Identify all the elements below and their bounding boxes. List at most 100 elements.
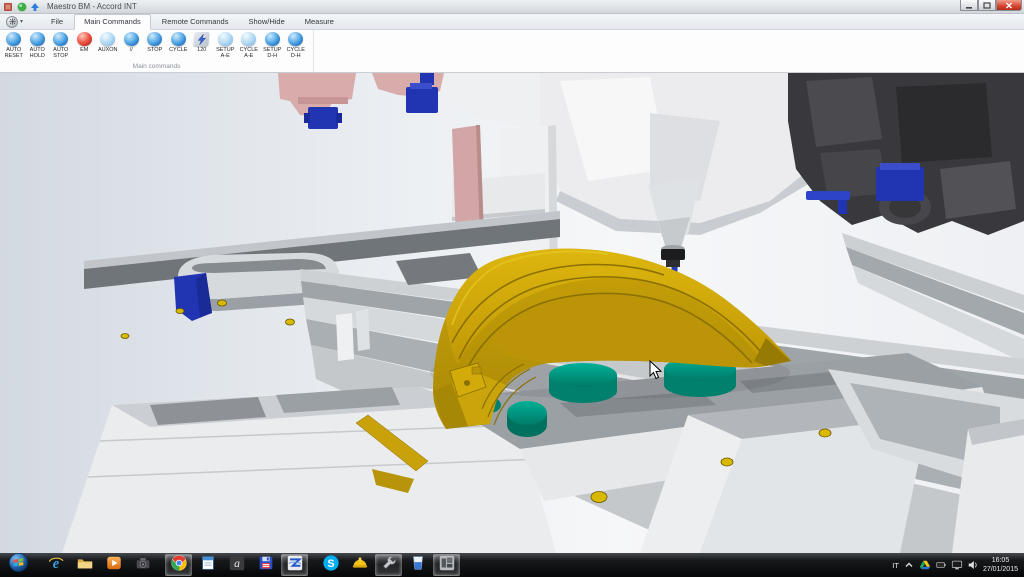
sphere-blue-icon (6, 32, 21, 46)
chrome-icon (170, 554, 188, 577)
system-tray: IT 16:05 27/01/2015 (892, 556, 1021, 574)
volume-icon[interactable] (967, 559, 979, 571)
internet-explorer[interactable]: e (42, 554, 69, 576)
capture-tool-icon (134, 554, 152, 577)
cmd-label: 120 (197, 47, 206, 53)
display-icon[interactable] (951, 559, 963, 571)
machine-simulator[interactable] (433, 554, 460, 576)
windows-explorer[interactable] (71, 554, 98, 576)
maximize-button[interactable] (978, 0, 996, 11)
sphere-blue-icon (265, 32, 280, 46)
cmd-label: AUTO HOLD (30, 47, 45, 60)
gear-icon (6, 16, 18, 28)
cmd-setup-a-e-button[interactable]: SETUP A-E (214, 32, 238, 60)
sphere-blue-icon (288, 32, 303, 46)
chevron-down-icon: ▾ (20, 18, 23, 25)
sphere-blue-icon (124, 32, 139, 46)
tab-main-commands[interactable]: Main Commands (74, 14, 151, 30)
cmd-em-button[interactable]: EM (73, 32, 97, 53)
cmd-label: SETUP A-E (216, 47, 234, 60)
group-caption: Main commands (0, 63, 313, 72)
sphere-blue-icon (30, 32, 45, 46)
title-bar[interactable]: Maestro BM - Accord INT (0, 0, 1024, 14)
viewport-3d[interactable] (0, 73, 1024, 553)
caption-buttons (960, 0, 1022, 11)
sphere-blue-icon (147, 32, 162, 46)
tab-show-hide[interactable]: Show/Hide (239, 15, 293, 29)
windows-explorer-icon (76, 554, 94, 577)
cmd-label: CYCLE (169, 47, 187, 53)
media-player[interactable] (100, 554, 127, 576)
cmd-label: STOP (147, 47, 162, 53)
notes-app[interactable] (194, 554, 221, 576)
notes-app-icon (199, 554, 217, 577)
service-tool[interactable] (375, 554, 402, 576)
cmd-label: AUXON (98, 47, 118, 53)
tab-measure[interactable]: Measure (296, 15, 343, 29)
status-green-icon (17, 2, 27, 12)
sphere-blue-icon (53, 32, 68, 46)
cmd-feed-slash-button[interactable]: // (120, 32, 144, 53)
minimize-button[interactable] (960, 0, 978, 11)
sphere-light-icon (218, 32, 233, 46)
tab-remote-commands[interactable]: Remote Commands (153, 15, 238, 29)
hidden-icons-button[interactable] (903, 559, 915, 571)
battery-icon[interactable] (935, 559, 947, 571)
tab-file[interactable]: File (42, 15, 72, 29)
cmd-label: EM (80, 47, 88, 53)
skype-icon: S (322, 554, 340, 577)
start-button[interactable] (3, 554, 33, 576)
a-app-icon: a (228, 554, 246, 577)
glass-app-icon (409, 554, 427, 577)
cmd-auto-reset-button[interactable]: AUTO RESET (2, 32, 26, 60)
cmd-label: CYCLE D-H (287, 47, 305, 60)
ribbon-toolbar: AUTO RESET AUTO HOLD AUTO STOP EM AUXON // STO… (0, 30, 1024, 73)
cmd-stop-button[interactable]: STOP (143, 32, 167, 53)
app-icon (4, 2, 14, 12)
status-blue-icon (30, 2, 40, 12)
glass-app[interactable] (404, 554, 431, 576)
cmd-cycle-d-h-button[interactable]: CYCLE D-H (284, 32, 308, 60)
cmd-cycle-button[interactable]: CYCLE (167, 32, 191, 53)
cmd-setup-d-h-button[interactable]: SETUP D-H (261, 32, 285, 60)
maestro-app[interactable] (346, 554, 373, 576)
cmd-label: // (130, 47, 133, 53)
application-menu-button[interactable]: ▾ (6, 15, 32, 28)
google-drive-icon[interactable] (919, 559, 931, 571)
cmd-i20-button[interactable]: 120 (190, 32, 214, 53)
start-button-icon (8, 552, 29, 578)
svg-text:a: a (234, 557, 240, 570)
chrome[interactable] (165, 554, 192, 576)
ribbon-tab-row: ▾ FileMain CommandsRemote CommandsShow/H… (0, 14, 1024, 30)
a-app[interactable]: a (223, 554, 250, 576)
clock[interactable]: 16:05 27/01/2015 (983, 556, 1018, 574)
cmd-label: SETUP D-H (263, 47, 281, 60)
window-title: Maestro BM - Accord INT (47, 2, 137, 11)
main-commands-group: AUTO RESET AUTO HOLD AUTO STOP EM AUXON // STO… (0, 30, 314, 72)
internet-explorer-icon: e (47, 554, 65, 577)
hood-motor (308, 107, 338, 129)
cmd-auto-hold-button[interactable]: AUTO HOLD (26, 32, 50, 60)
capture-tool[interactable] (129, 554, 156, 576)
sphere-light-icon (100, 32, 115, 46)
application-window: Maestro BM - Accord INT ▾ FileMain Comma… (0, 0, 1024, 578)
cad-app[interactable] (281, 554, 308, 576)
backup-app-icon (257, 554, 275, 577)
svg-text:S: S (327, 558, 334, 570)
sphere-light-icon (241, 32, 256, 46)
sphere-blue-icon (171, 32, 186, 46)
close-button[interactable] (996, 0, 1022, 11)
media-player-icon (105, 554, 123, 577)
language-indicator[interactable]: IT (892, 561, 899, 570)
cmd-auto-stop-button[interactable]: AUTO STOP (49, 32, 73, 60)
bolt-icon (194, 32, 210, 46)
hood-motor (406, 87, 438, 113)
cmd-label: AUTO RESET (5, 47, 23, 60)
backup-app[interactable] (252, 554, 279, 576)
cmd-label: AUTO STOP (53, 47, 68, 60)
cmd-cycle-a-e-button[interactable]: CYCLE A-E (237, 32, 261, 60)
cmd-auxon-button[interactable]: AUXON (96, 32, 120, 53)
cmd-label: CYCLE A-E (240, 47, 258, 60)
skype[interactable]: S (317, 554, 344, 576)
service-tool-icon (380, 554, 398, 577)
